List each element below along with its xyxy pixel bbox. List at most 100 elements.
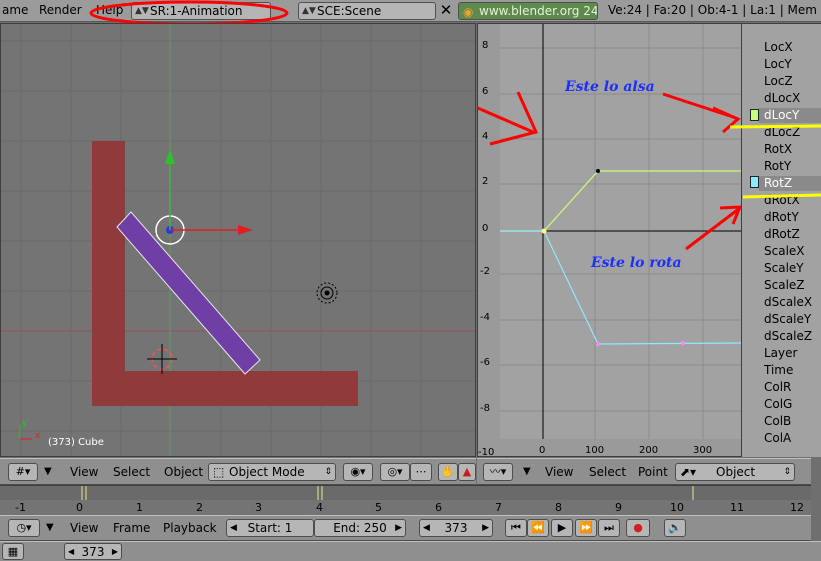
object-type-icon: ⬈▾ [680, 465, 697, 479]
l-shape-horizontal[interactable] [92, 371, 358, 406]
left-arrow-icon[interactable]: ◀ [230, 520, 237, 536]
url-text: www.blender.org 242 [479, 4, 598, 18]
timeline-tick: 12 [790, 501, 804, 514]
y-tick-6: -4 [480, 312, 490, 323]
blender-url-field[interactable]: ◉ www.blender.org 242 [458, 2, 598, 20]
view-menu[interactable]: View [70, 465, 98, 479]
editor-type-ipo-icon[interactable]: 〰▾ [483, 463, 513, 481]
editor-type-timeline-icon[interactable]: ◷▾ [8, 519, 40, 537]
pivot-icon[interactable]: ◎▾ [380, 463, 410, 481]
y-tick-0: 8 [482, 40, 489, 51]
channel-item[interactable]: dRotY [764, 210, 799, 224]
scene-selector[interactable]: ▲▼ SCE:Scene [298, 2, 436, 20]
snap-icon[interactable]: ⋯ [410, 463, 432, 481]
start-frame-field[interactable]: ◀ Start: 1 [226, 519, 314, 537]
channel-item[interactable]: LocZ [764, 74, 793, 88]
timeline-tick: 2 [196, 501, 203, 514]
updown-arrows-icon: ⇕ [783, 467, 791, 477]
channel-item[interactable]: ScaleZ [764, 278, 805, 292]
updown-arrows-icon: ▲▼ [302, 6, 316, 16]
timeline-tick: 5 [375, 501, 382, 514]
menu-game[interactable]: ame [2, 3, 28, 17]
note-bottom: Este lo rota [591, 255, 682, 271]
collapse-arrow-icon[interactable]: ▼ [46, 522, 54, 533]
close-scene-button[interactable]: ✕ [437, 2, 455, 20]
right-arrow-icon[interactable]: ▶ [112, 544, 118, 559]
collapse-arrow-icon[interactable]: ▼ [523, 466, 531, 477]
channel-item[interactable]: dScaleY [764, 312, 811, 326]
timeline-tick: 6 [435, 501, 442, 514]
x-tick-3: 300 [693, 445, 713, 456]
y-tick-8: -8 [480, 403, 490, 414]
rotz-curve[interactable] [500, 230, 742, 345]
selected-cube[interactable] [116, 211, 261, 375]
scene-stats: Ve:24 | Fa:20 | Ob:4-1 | La:1 | Mem [608, 3, 817, 17]
right-arrow-icon[interactable]: ▶ [482, 520, 489, 536]
left-arrow-icon[interactable]: ◀ [423, 520, 430, 536]
right-arrow-icon[interactable]: ▶ [395, 520, 402, 536]
channel-item[interactable]: ColA [764, 431, 791, 445]
rewind-icon[interactable]: ⏪ [527, 519, 549, 537]
select-menu[interactable]: Select [113, 465, 150, 479]
manipulator-x-arrow-icon[interactable] [238, 225, 253, 235]
channel-item[interactable]: dRotZ [764, 227, 800, 241]
channel-item[interactable]: LocY [764, 57, 792, 71]
manipulator-icon[interactable]: ▲ [458, 463, 476, 481]
playback-menu[interactable]: Playback [163, 521, 217, 535]
audio-icon[interactable]: 🔈 [664, 519, 686, 537]
manipulator-y-arrow-icon[interactable] [165, 149, 175, 164]
3d-viewport[interactable]: y x (373) Cube [0, 23, 476, 457]
jump-start-icon[interactable]: ⏮ [505, 519, 527, 537]
point-menu[interactable]: Point [638, 465, 668, 479]
y-tick-9: -10 [478, 447, 495, 457]
channel-item[interactable]: ColB [764, 414, 791, 428]
jump-end-icon[interactable]: ⏭ [598, 519, 620, 537]
editor-type-grid-icon[interactable]: #▾ [8, 463, 38, 481]
channel-item[interactable]: LocX [764, 40, 793, 54]
mode-selector[interactable]: ⬚ Object Mode ⇕ [208, 463, 336, 481]
dlocy-curve[interactable] [500, 170, 742, 232]
draw-type-icon[interactable]: ◉▾ [343, 463, 373, 481]
play-icon[interactable]: ▶ [551, 519, 573, 537]
timeline-tick: 11 [730, 501, 744, 514]
view3d-header: #▾ ▼ View Select Object ⬚ Object Mode ⇕ … [0, 458, 476, 485]
object-menu[interactable]: Object [164, 465, 203, 479]
blender-logo-icon: ◉ [463, 5, 474, 19]
channel-item[interactable]: dScaleX [764, 295, 812, 309]
x-tick-1: 100 [585, 445, 605, 456]
channel-item[interactable]: ScaleX [764, 244, 805, 258]
channel-item[interactable]: ScaleY [764, 261, 804, 275]
collapse-arrow-icon[interactable]: ▼ [44, 466, 52, 477]
fast-forward-icon[interactable]: ⏩ [575, 519, 597, 537]
l-shape-vertical[interactable] [92, 141, 125, 406]
view-menu[interactable]: View [70, 521, 98, 535]
timeline-tick: 4 [316, 501, 323, 514]
frame-menu[interactable]: Frame [113, 521, 150, 535]
channel-item[interactable]: ColR [764, 380, 791, 394]
ipo-channel-list[interactable]: LocX LocY LocZ dLocX dLocY dLocZ RotX Ro… [742, 23, 821, 457]
channel-item[interactable]: ColG [764, 397, 792, 411]
record-icon[interactable]: ● [626, 519, 650, 537]
channel-item[interactable]: dLocX [764, 91, 800, 105]
current-frame-field[interactable]: ◀ 373 ▶ [419, 519, 493, 537]
y-tick-2: 4 [482, 131, 489, 142]
updown-arrows-icon: ⇕ [324, 467, 332, 477]
ipo-type-selector[interactable]: ⬈▾ Object ⇕ [675, 463, 795, 481]
select-menu[interactable]: Select [589, 465, 626, 479]
hand-icon[interactable]: ✋ [438, 463, 458, 481]
channel-item[interactable]: dScaleZ [764, 329, 812, 343]
end-frame-field[interactable]: End: 250 ▶ [314, 519, 406, 537]
menu-render[interactable]: Render [39, 3, 82, 17]
y-tick-1: 6 [482, 86, 489, 97]
channel-item[interactable]: Layer [764, 346, 797, 360]
timeline-tick: 7 [495, 501, 502, 514]
left-arrow-icon[interactable]: ◀ [68, 544, 74, 559]
frame-field[interactable]: ◀ 373 ▶ [64, 543, 122, 560]
channel-item[interactable]: Time [764, 363, 793, 377]
ipo-curve-editor[interactable]: 8 6 4 2 0 -2 -4 -6 -8 -10 0 100 200 300 … [477, 23, 742, 457]
view-menu[interactable]: View [545, 465, 573, 479]
timeline[interactable] [0, 485, 811, 517]
editor-type-icon[interactable]: ▦ [2, 543, 24, 560]
y-tick-7: -6 [480, 357, 490, 368]
timeline-tick: 10 [670, 501, 684, 514]
